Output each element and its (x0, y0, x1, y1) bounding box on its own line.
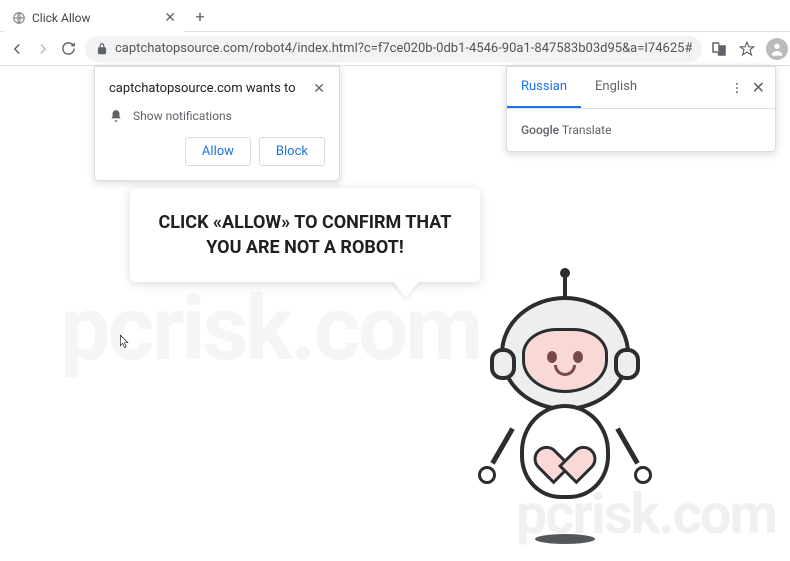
user-icon (769, 41, 785, 57)
translate-suffix: Translate (559, 123, 611, 137)
google-logo-text: Google (521, 123, 559, 137)
translate-options-icon[interactable] (730, 81, 744, 95)
notification-permission-prompt: captchatopsource.com wants to ✕ Show not… (94, 66, 340, 181)
url-bar[interactable]: captchatopsource.com/robot4/index.html?c… (85, 36, 702, 62)
prompt-site-text: captchatopsource.com wants to (109, 81, 296, 96)
allow-button[interactable]: Allow (185, 137, 251, 166)
profile-avatar[interactable] (766, 38, 788, 60)
speech-tail (392, 280, 420, 298)
url-text: captchatopsource.com/robot4/index.html?c… (115, 41, 692, 56)
bell-icon (109, 109, 123, 123)
block-button[interactable]: Block (259, 137, 325, 166)
reload-icon (60, 40, 77, 57)
star-icon[interactable] (738, 40, 756, 58)
tab-strip: Click Allow ✕ + (4, 0, 212, 32)
prompt-body-text: Show notifications (133, 109, 232, 123)
reload-button[interactable] (60, 37, 77, 61)
prompt-close-icon[interactable]: ✕ (313, 81, 325, 97)
tab-close-icon[interactable]: ✕ (164, 10, 176, 26)
back-button[interactable] (8, 37, 26, 61)
browser-tab[interactable]: Click Allow ✕ (4, 4, 184, 32)
translate-tab-russian[interactable]: Russian (507, 67, 581, 108)
window-title-bar: Click Allow ✕ + (0, 0, 790, 32)
globe-icon (12, 11, 26, 25)
translate-close-icon[interactable]: ✕ (752, 78, 765, 97)
browser-toolbar: captchatopsource.com/robot4/index.html?c… (0, 32, 790, 66)
robot-illustration (460, 276, 670, 536)
arrow-right-icon (34, 40, 52, 58)
arrow-left-icon (8, 40, 26, 58)
new-tab-button[interactable]: + (188, 4, 212, 28)
speech-bubble: CLICK «ALLOW» TO CONFIRM THAT YOU ARE NO… (130, 188, 480, 282)
translate-brand: Google Translate (507, 109, 775, 151)
lock-icon (95, 42, 109, 56)
translate-tab-english[interactable]: English (581, 67, 651, 108)
bubble-text: CLICK «ALLOW» TO CONFIRM THAT YOU ARE NO… (159, 212, 452, 258)
cursor-icon (118, 332, 132, 350)
translate-icon[interactable] (710, 40, 728, 58)
page-content: captchatopsource.com wants to ✕ Show not… (0, 66, 790, 561)
tab-title: Click Allow (32, 11, 91, 25)
toolbar-actions (710, 38, 790, 60)
forward-button[interactable] (34, 37, 52, 61)
translate-popup: Russian English ✕ Google Translate (506, 66, 776, 152)
